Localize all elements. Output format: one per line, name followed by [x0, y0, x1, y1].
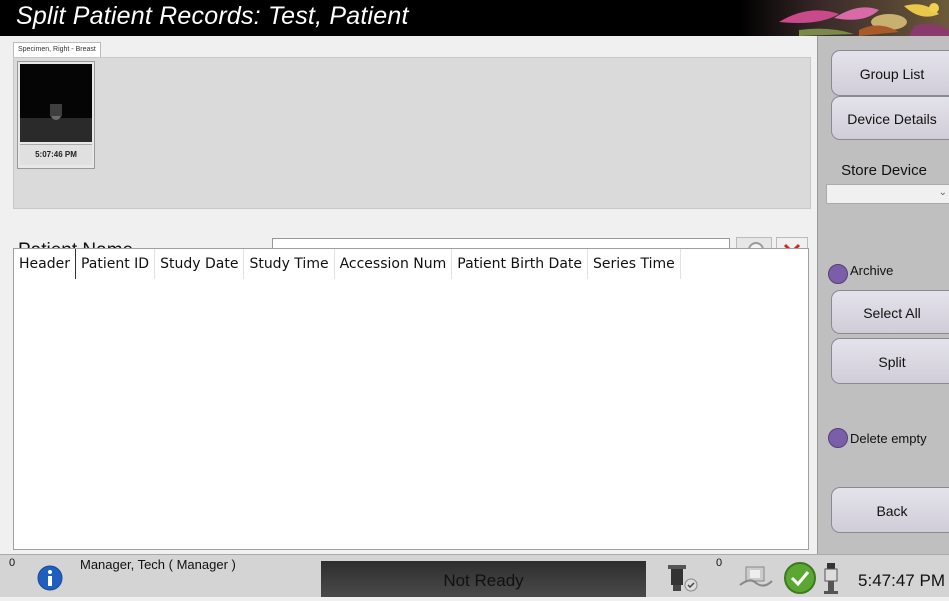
- queue-count: 0: [716, 557, 723, 569]
- radio-indicator: [828, 264, 848, 284]
- device-details-label: Device Details: [847, 111, 937, 127]
- connection-plug-icon[interactable]: [821, 561, 841, 595]
- split-label: Split: [878, 354, 906, 370]
- info-icon[interactable]: [37, 565, 63, 591]
- thumbnail-time: 5:07:46 PM: [20, 144, 92, 165]
- clock: 5:47:47 PM: [858, 571, 945, 590]
- check-status-icon[interactable]: [783, 561, 817, 595]
- store-device-dropdown[interactable]: ⌄: [826, 184, 949, 204]
- thumbnail-strip: 5:07:46 PM: [13, 57, 811, 209]
- column-header[interactable]: Study Date: [155, 249, 245, 279]
- column-header[interactable]: Patient ID: [76, 249, 156, 279]
- decorative-flowers-image: [739, 0, 949, 36]
- archive-radio[interactable]: Archive: [828, 262, 894, 284]
- device-status-icon[interactable]: [663, 563, 701, 593]
- image-thumbnail[interactable]: 5:07:46 PM: [17, 61, 95, 169]
- window-title: Split Patient Records: Test, Patient: [16, 2, 409, 30]
- column-header[interactable]: Accession Num: [335, 249, 453, 279]
- column-header[interactable]: Study Time: [244, 249, 335, 279]
- archive-label: Archive: [850, 262, 894, 278]
- split-button[interactable]: Split: [831, 338, 949, 384]
- patient-records-table: Header Patient ID Study Date Study Time …: [13, 248, 809, 550]
- column-header[interactable]: Patient Birth Date: [452, 249, 589, 279]
- store-device-label: Store Device: [841, 162, 927, 179]
- group-list-label: Group List: [859, 66, 925, 82]
- delete-empty-label: Delete empty: [850, 430, 927, 446]
- table-header: Header Patient ID Study Date Study Time …: [14, 249, 681, 279]
- back-button[interactable]: Back: [831, 487, 949, 533]
- column-header[interactable]: Header: [14, 249, 76, 279]
- delete-empty-radio[interactable]: Delete empty: [828, 428, 927, 448]
- system-status[interactable]: Not Ready: [321, 561, 646, 597]
- main-panel: Specimen, Right - Breast 5:07:46 PM Pati…: [0, 36, 817, 554]
- select-all-button[interactable]: Select All: [831, 290, 949, 334]
- chevron-down-icon: ⌄: [938, 187, 947, 198]
- alert-count: 0: [9, 557, 16, 569]
- back-label: Back: [876, 503, 908, 519]
- status-bar: 0 Manager, Tech ( Manager ) Not Ready 0 …: [0, 554, 949, 597]
- radio-indicator: [828, 428, 848, 448]
- system-status-label: Not Ready: [443, 571, 524, 590]
- right-sidebar: Group List Device Details Store Device ⌄…: [817, 36, 949, 554]
- title-bar: Split Patient Records: Test, Patient: [0, 0, 949, 36]
- group-list-button[interactable]: Group List: [831, 50, 949, 96]
- column-header[interactable]: Series Time: [588, 249, 681, 279]
- device-details-button[interactable]: Device Details: [831, 96, 949, 140]
- specimen-image: [20, 64, 92, 142]
- current-user[interactable]: Manager, Tech ( Manager ): [80, 557, 236, 572]
- select-all-label: Select All: [863, 305, 921, 321]
- preview-tab[interactable]: Specimen, Right - Breast: [13, 42, 101, 57]
- network-icon[interactable]: [736, 563, 776, 591]
